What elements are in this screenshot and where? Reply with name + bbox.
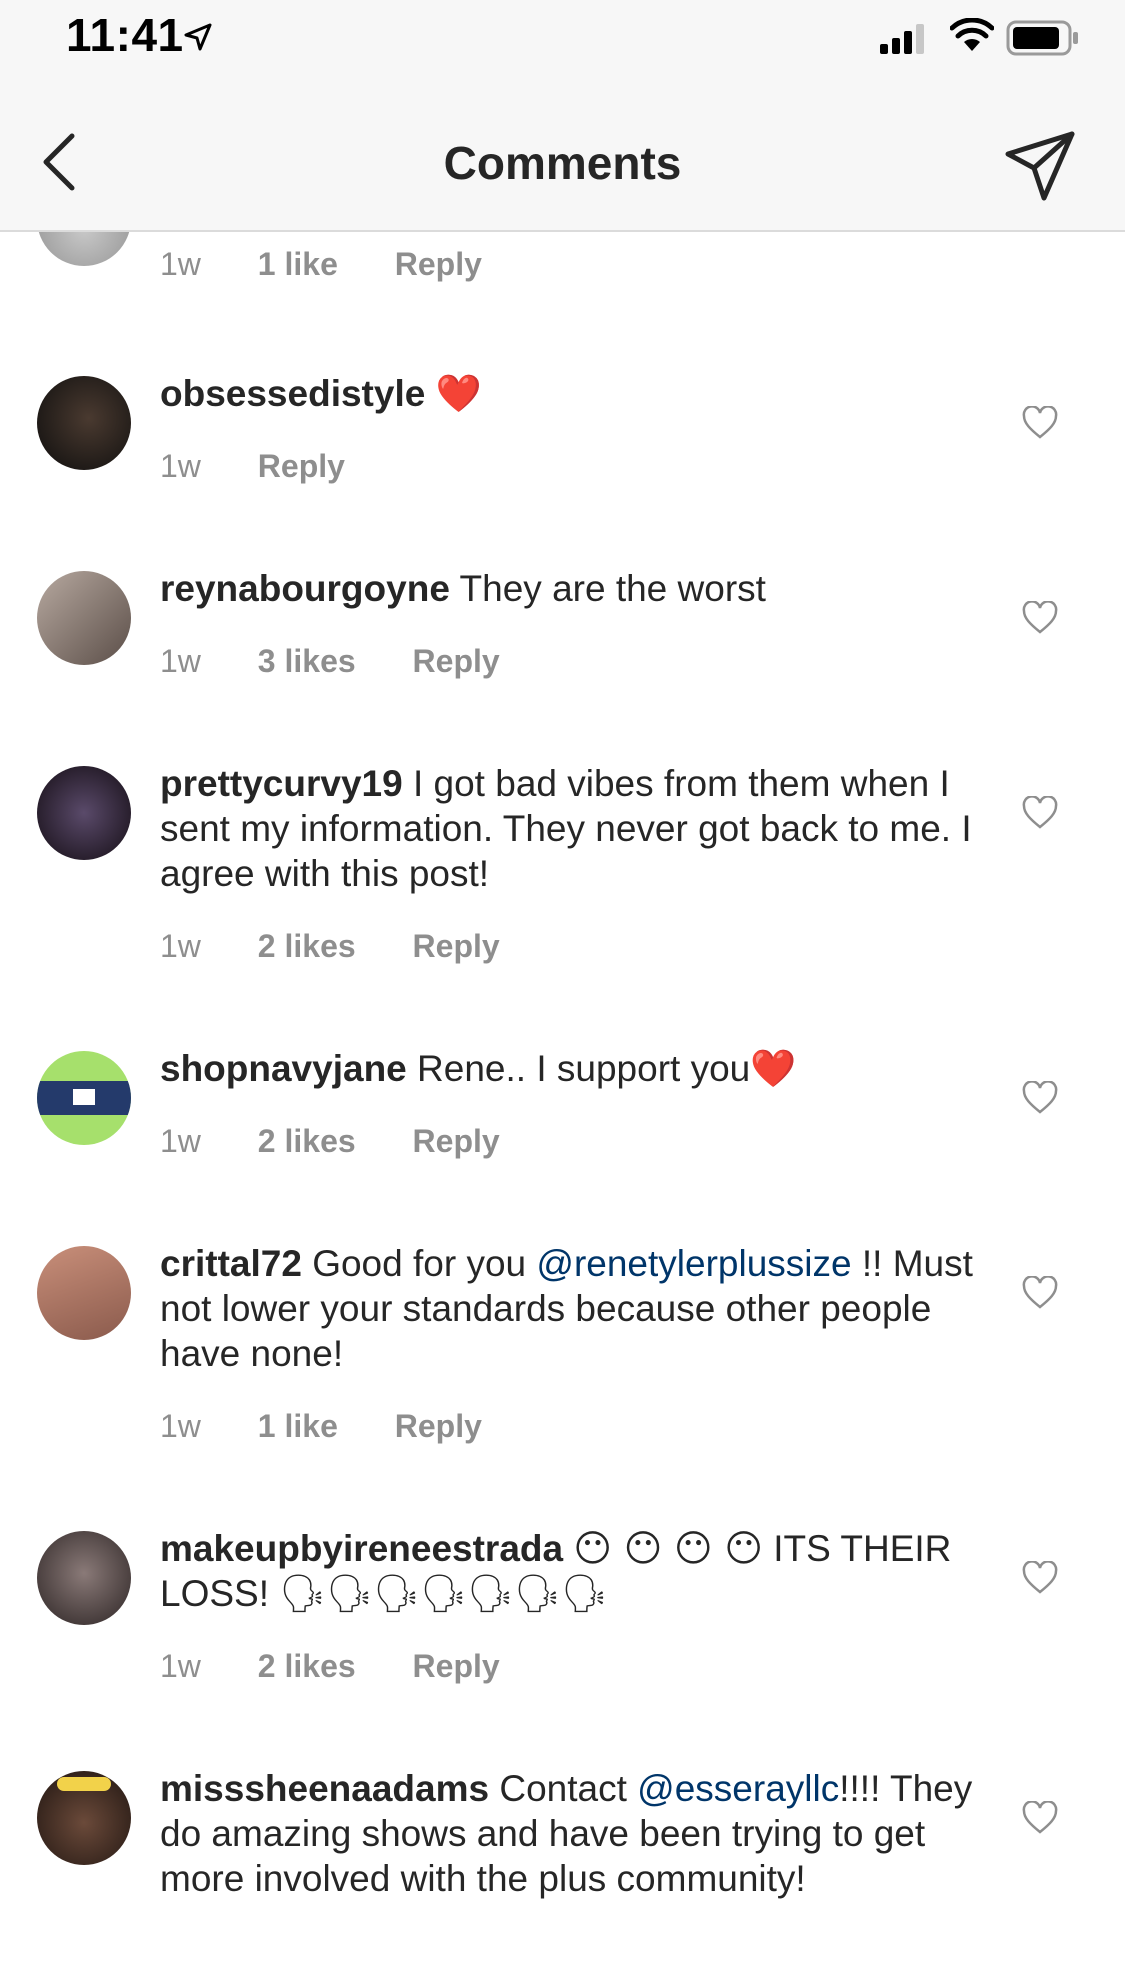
- speaking-head-emoji: 🗣🗣🗣🗣🗣🗣🗣: [279, 1572, 609, 1615]
- heart-icon[interactable]: [1022, 601, 1058, 635]
- comment-username[interactable]: crittal72: [160, 1243, 302, 1284]
- status-bar: 11:41: [0, 0, 1125, 80]
- avatar[interactable]: [37, 1771, 131, 1865]
- comment-time: 1w: [160, 246, 201, 282]
- red-heart-emoji: ❤️: [435, 372, 482, 415]
- comment-likes[interactable]: 1 like: [258, 1408, 338, 1444]
- comment-text: obsessedistyle ❤️: [160, 371, 990, 416]
- comment-text: prettycurvy19 I got bad vibes from them …: [160, 761, 990, 896]
- comment-time: 1w: [160, 1648, 201, 1684]
- page-title: Comments: [443, 137, 682, 189]
- comment-username[interactable]: reynabourgoyne: [160, 568, 450, 609]
- comment-text: reynabourgoyne They are the worst: [160, 566, 990, 611]
- reply-button[interactable]: Reply: [413, 643, 500, 679]
- comment-meta: 1w 2 likes Reply: [160, 1123, 548, 1160]
- avatar[interactable]: [37, 1051, 131, 1145]
- heart-icon[interactable]: [1022, 1081, 1058, 1115]
- comment-username[interactable]: prettycurvy19: [160, 763, 403, 804]
- comment-meta: 1w 1 like Reply: [160, 246, 530, 283]
- nav-bar: Comments: [0, 80, 1125, 232]
- avatar[interactable]: [37, 571, 131, 665]
- comment-time: 1w: [160, 643, 201, 679]
- comment-text: crittal72 Good for you @renetylerplussiz…: [160, 1241, 990, 1376]
- heart-icon[interactable]: [1022, 406, 1058, 440]
- avatar[interactable]: [37, 1531, 131, 1625]
- reply-button[interactable]: Reply: [413, 1123, 500, 1159]
- heart-icon[interactable]: [1022, 1276, 1058, 1310]
- reply-button[interactable]: Reply: [413, 1648, 500, 1684]
- comment-meta: 1w 1 like Reply: [160, 1408, 530, 1445]
- avatar[interactable]: [37, 232, 131, 266]
- comment-time: 1w: [160, 448, 201, 484]
- comment-body: They are the worst: [459, 568, 766, 609]
- comments-list: 1w 1 like Reply obsessedistyle ❤️ 1w Rep…: [0, 232, 1125, 1973]
- mention-link[interactable]: @esserayllc: [637, 1768, 839, 1809]
- comment-likes[interactable]: 3 likes: [258, 643, 356, 679]
- reply-button[interactable]: Reply: [395, 1408, 482, 1444]
- comment-text: misssheenaadams Contact @esserayllc!!!! …: [160, 1766, 990, 1901]
- status-time: 11:41: [66, 9, 184, 61]
- reply-button[interactable]: Reply: [258, 448, 345, 484]
- battery-icon: [1006, 20, 1078, 56]
- comment-meta: 1w Reply: [160, 448, 393, 485]
- comment-body: Rene.. I support you: [417, 1048, 751, 1089]
- heart-icon[interactable]: [1022, 796, 1058, 830]
- mention-link[interactable]: @renetylerplussize: [536, 1243, 851, 1284]
- comment-text: shopnavyjane Rene.. I support you❤️: [160, 1046, 990, 1091]
- wifi-icon: [950, 18, 994, 51]
- comment-time: 1w: [160, 1123, 201, 1159]
- comment-likes[interactable]: 2 likes: [258, 1123, 356, 1159]
- reply-button[interactable]: Reply: [395, 246, 482, 282]
- comment-text: makeupbyireneestrada 😶 😶 😶 😶 ITS THEIR L…: [160, 1526, 990, 1616]
- comment-meta: 1w 2 likes Reply: [160, 928, 548, 965]
- face-without-mouth-emoji: 😶 😶 😶 😶: [573, 1527, 763, 1570]
- comment-username[interactable]: obsessedistyle: [160, 373, 425, 414]
- comment-body: Contact: [499, 1768, 627, 1809]
- comment-username[interactable]: misssheenaadams: [160, 1768, 489, 1809]
- comment-meta: 1w 2 likes Reply: [160, 1648, 548, 1685]
- comment-likes[interactable]: 1 like: [258, 246, 338, 282]
- cellular-signal-icon: [880, 24, 924, 54]
- heart-icon[interactable]: [1022, 1801, 1058, 1835]
- comment-likes[interactable]: 2 likes: [258, 928, 356, 964]
- avatar[interactable]: [37, 376, 131, 470]
- direct-send-icon[interactable]: [1002, 128, 1078, 204]
- location-arrow-icon: [184, 23, 212, 51]
- comment-meta: 1w 3 likes Reply: [160, 643, 548, 680]
- reply-button[interactable]: Reply: [413, 928, 500, 964]
- comment-time: 1w: [160, 1408, 201, 1444]
- comment-body: Good for you: [312, 1243, 527, 1284]
- heart-icon[interactable]: [1022, 1561, 1058, 1595]
- avatar[interactable]: [37, 766, 131, 860]
- red-heart-emoji: ❤️: [750, 1047, 797, 1090]
- comment-time: 1w: [160, 928, 201, 964]
- comment-username[interactable]: shopnavyjane: [160, 1048, 407, 1089]
- avatar[interactable]: [37, 1246, 131, 1340]
- comment-likes[interactable]: 2 likes: [258, 1648, 356, 1684]
- comment-username[interactable]: makeupbyireneestrada: [160, 1528, 563, 1569]
